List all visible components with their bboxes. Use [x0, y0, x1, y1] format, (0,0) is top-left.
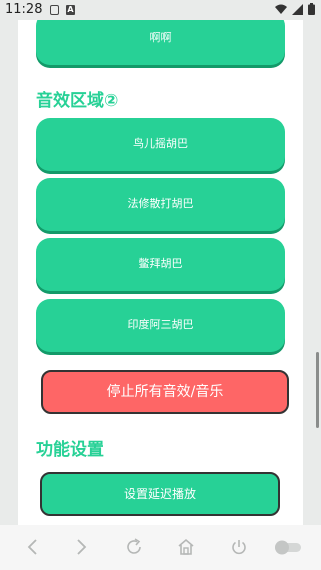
sound-button-3[interactable]: 鳖拜胡巴: [36, 238, 285, 291]
page-content: 啊啊 音效区域② 鸟儿摇胡巴 法修散打胡巴 鳖拜胡巴 印度阿三胡巴 停止所有音效…: [18, 20, 303, 525]
bottom-nav: [0, 525, 321, 570]
status-right-icons: [275, 3, 315, 15]
stop-all-button[interactable]: 停止所有音效/音乐: [41, 370, 289, 414]
sound-button-4[interactable]: 印度阿三胡巴: [36, 299, 285, 352]
delay-play-button[interactable]: 设置延迟播放: [40, 472, 280, 516]
sound-button-2[interactable]: 法修散打胡巴: [36, 178, 285, 231]
wifi-icon: [275, 4, 287, 14]
home-icon[interactable]: [174, 535, 198, 559]
battery-icon: [308, 3, 315, 15]
media-icon: [50, 5, 59, 15]
back-icon[interactable]: [20, 535, 44, 559]
section-title-settings: 功能设置: [36, 440, 104, 460]
signal-icon: [292, 3, 303, 15]
refresh-icon[interactable]: [122, 535, 146, 559]
forward-icon[interactable]: [70, 535, 94, 559]
power-icon[interactable]: [227, 535, 251, 559]
toggle-switch[interactable]: [272, 535, 304, 559]
status-bar: 11:28 A: [0, 0, 321, 20]
sound-button-1[interactable]: 鸟儿摇胡巴: [36, 118, 285, 171]
status-time: 11:28: [5, 2, 43, 17]
scrollbar[interactable]: [316, 352, 319, 428]
section-title-sound-zone-2: 音效区域②: [36, 91, 119, 111]
text-app-icon: A: [66, 5, 75, 15]
sound-button-top[interactable]: 啊啊: [36, 20, 285, 65]
